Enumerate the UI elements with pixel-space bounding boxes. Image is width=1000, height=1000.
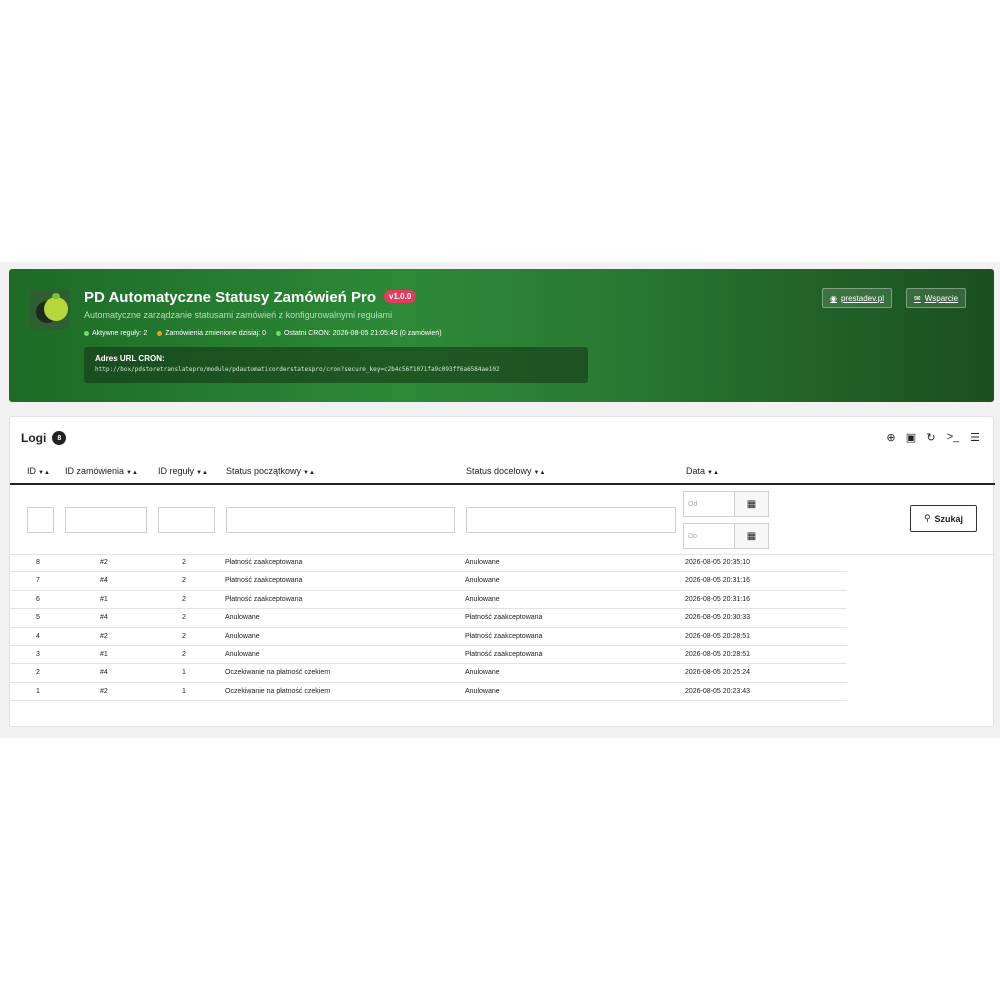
col-status-from[interactable]: Status początkowy ▼▲ — [226, 466, 315, 476]
globe-icon: ◉ — [830, 293, 837, 303]
filter-status-to-input[interactable] — [466, 507, 676, 533]
search-icon: ⚲ — [923, 513, 931, 523]
table-row: 3 #1 2 Anulowane Płatność zaakceptowana 2026-… — [9, 646, 847, 665]
filter-rule-input[interactable] — [158, 507, 215, 533]
col-id[interactable]: ID ▼▲ — [27, 466, 50, 476]
prestadev-button[interactable]: ◉ prestadev.pl — [822, 288, 892, 308]
stat-last-cron: Ostatni CRON: 2026-08-05 21:05:45 (0 zam… — [276, 330, 442, 337]
sort-icon[interactable]: ▼▲ — [196, 470, 208, 476]
filter-status-from-input[interactable] — [226, 507, 455, 533]
table-row: 8 #2 2 Płatność zaakceptowana Anulowane 2026-… — [9, 554, 847, 573]
col-status-to[interactable]: Status docelowy ▼▲ — [466, 466, 545, 476]
date-to-input[interactable]: Do — [683, 523, 735, 549]
filter-order-input[interactable] — [65, 507, 147, 533]
module-stats: Aktywne reguły: 2 Zamówienia zmienione d… — [84, 330, 442, 337]
module-subtitle: Automatyczne zarządzanie statusami zamów… — [84, 310, 393, 320]
logs-toolbar: ⊕ ▣ ↻ >_ ☰ — [885, 431, 981, 444]
cron-label: Adres URL CRON: — [95, 354, 165, 363]
stat-active-rules: Aktywne reguły: 2 — [84, 330, 147, 337]
calendar-icon[interactable]: ▦ — [735, 491, 769, 517]
table-row: 4 #2 2 Anulowane Płatność zaakceptowana 2026-… — [9, 628, 847, 646]
status-dot — [157, 331, 163, 336]
table-row: 5 #4 2 Anulowane Płatność zaakceptowana 2026-… — [9, 609, 847, 628]
logs-count-badge: 8 — [52, 431, 67, 445]
table-row: 6 #1 2 Płatność zaakceptowana Anulowane 2026-… — [9, 591, 847, 610]
sort-icon[interactable]: ▼▲ — [303, 470, 315, 476]
sort-icon[interactable]: ▼▲ — [126, 470, 138, 476]
table-row: 2 #4 1 Oczekiwanie na płatność czekiem Anulo… — [9, 664, 847, 683]
status-dot — [84, 331, 89, 336]
module-title-text: PD Automatyczne Statusy Zamówień Pro — [84, 289, 377, 306]
table-row: 7 #4 2 Płatność zaakceptowana Anulowane 2026-… — [9, 572, 847, 591]
filter-row: Od ▦ Do ▦ ⚲ Szukaj — [10, 487, 995, 555]
search-button[interactable]: ⚲ Szukaj — [910, 505, 977, 532]
calendar-icon[interactable]: ▦ — [735, 523, 769, 549]
module-stage: PD Automatyczne Statusy Zamówień Pro v1.0… — [0, 262, 1000, 738]
sort-icon[interactable]: ▼▲ — [38, 470, 50, 476]
logs-table-body: 8 #2 2 Płatność zaakceptowana Anulowane 2026-… — [9, 554, 847, 702]
terminal-icon[interactable]: >_ — [945, 431, 961, 444]
cron-url-box: Adres URL CRON: http://box/pdstoretransl… — [84, 347, 588, 383]
plus-circle-icon[interactable]: ⊕ — [885, 431, 897, 444]
module-header: PD Automatyczne Statusy Zamówień Pro v1.0… — [9, 269, 994, 402]
logs-title: Logi 8 — [21, 431, 67, 445]
col-date[interactable]: Data ▼▲ — [686, 466, 719, 476]
table-row: 1 #2 1 Oczekiwanie na płatność czekiem Anulo… — [9, 683, 847, 702]
col-order-id[interactable]: ID zamówienia ▼▲ — [65, 466, 138, 476]
date-from-input[interactable]: Od — [683, 491, 735, 517]
stat-orders-changed: Zamówienia zmienione dzisiaj: 0 — [157, 330, 266, 337]
version-badge: v1.0.0 — [384, 290, 417, 303]
refresh-icon[interactable]: ↻ — [925, 431, 937, 444]
envelope-icon: ✉ — [914, 293, 921, 303]
database-icon[interactable]: ☰ — [969, 431, 981, 444]
logs-table-header: ID ▼▲ ID zamówienia ▼▲ ID reguły ▼▲ Status … — [10, 461, 995, 485]
sort-icon[interactable]: ▼▲ — [534, 470, 546, 476]
sort-icon[interactable]: ▼▲ — [707, 470, 719, 476]
filter-id-input[interactable] — [27, 507, 54, 533]
module-title: PD Automatyczne Statusy Zamówień Pro v1.0… — [84, 289, 417, 306]
col-rule-id[interactable]: ID reguły ▼▲ — [158, 466, 208, 476]
status-dot — [276, 331, 282, 336]
export-icon[interactable]: ▣ — [905, 431, 917, 444]
support-button[interactable]: ✉ Wsparcie — [906, 288, 967, 308]
cron-url[interactable]: http://box/pdstoretranslatepro/module/pd… — [95, 366, 577, 373]
module-logo — [30, 289, 70, 329]
